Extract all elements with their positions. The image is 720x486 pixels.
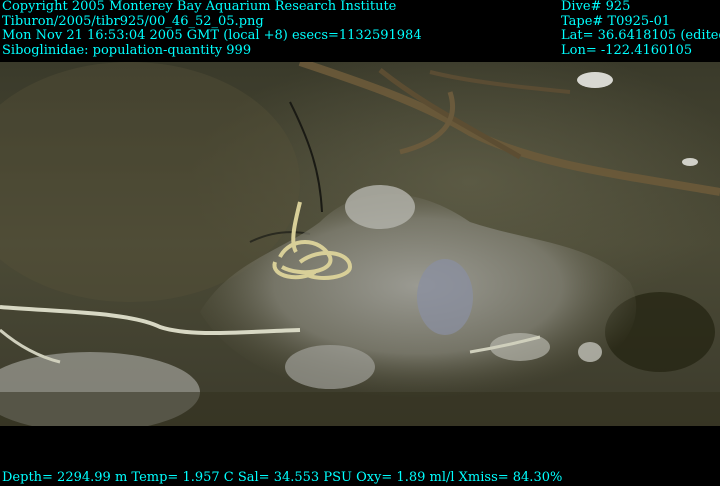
seafloor-image [0,62,720,426]
white-debris [577,72,613,88]
video-frame: Copyright 2005 Monterey Bay Aquarium Res… [0,0,720,486]
header-left: Copyright 2005 Monterey Bay Aquarium Res… [2,0,422,58]
telemetry-line: Depth= 2294.99 m Temp= 1.957 C Sal= 34.5… [2,470,563,485]
latitude: Lat= 36.6418105 (edited) [561,28,720,43]
copyright-line: Copyright 2005 Monterey Bay Aquarium Res… [2,0,397,14]
carbonate-rock [417,259,473,335]
tape-number: Tape# T0925-01 [561,13,671,29]
carbonate-rock [345,185,415,229]
timestamp-line: Mon Nov 21 16:53:04 2005 GMT (local +8) … [2,28,422,43]
file-path-line: Tiburon/2005/tibr925/00_46_52_05.png [2,13,264,29]
carbonate-rock [285,345,375,389]
dive-number: Dive# 925 [561,0,631,14]
white-debris [682,158,698,166]
sediment-foreground [0,392,720,426]
telemetry-footer: Depth= 2294.99 m Temp= 1.957 C Sal= 34.5… [0,426,720,486]
carbonate-rock [578,342,602,362]
annotation-line: Siboglinidae: population-quantity 999 [2,42,252,58]
longitude: Lon= -122.4160105 [561,42,693,58]
header-right: Dive# 925 Tape# T0925-01 Lat= 36.6418105… [561,0,720,58]
metadata-header: Copyright 2005 Monterey Bay Aquarium Res… [0,0,720,62]
